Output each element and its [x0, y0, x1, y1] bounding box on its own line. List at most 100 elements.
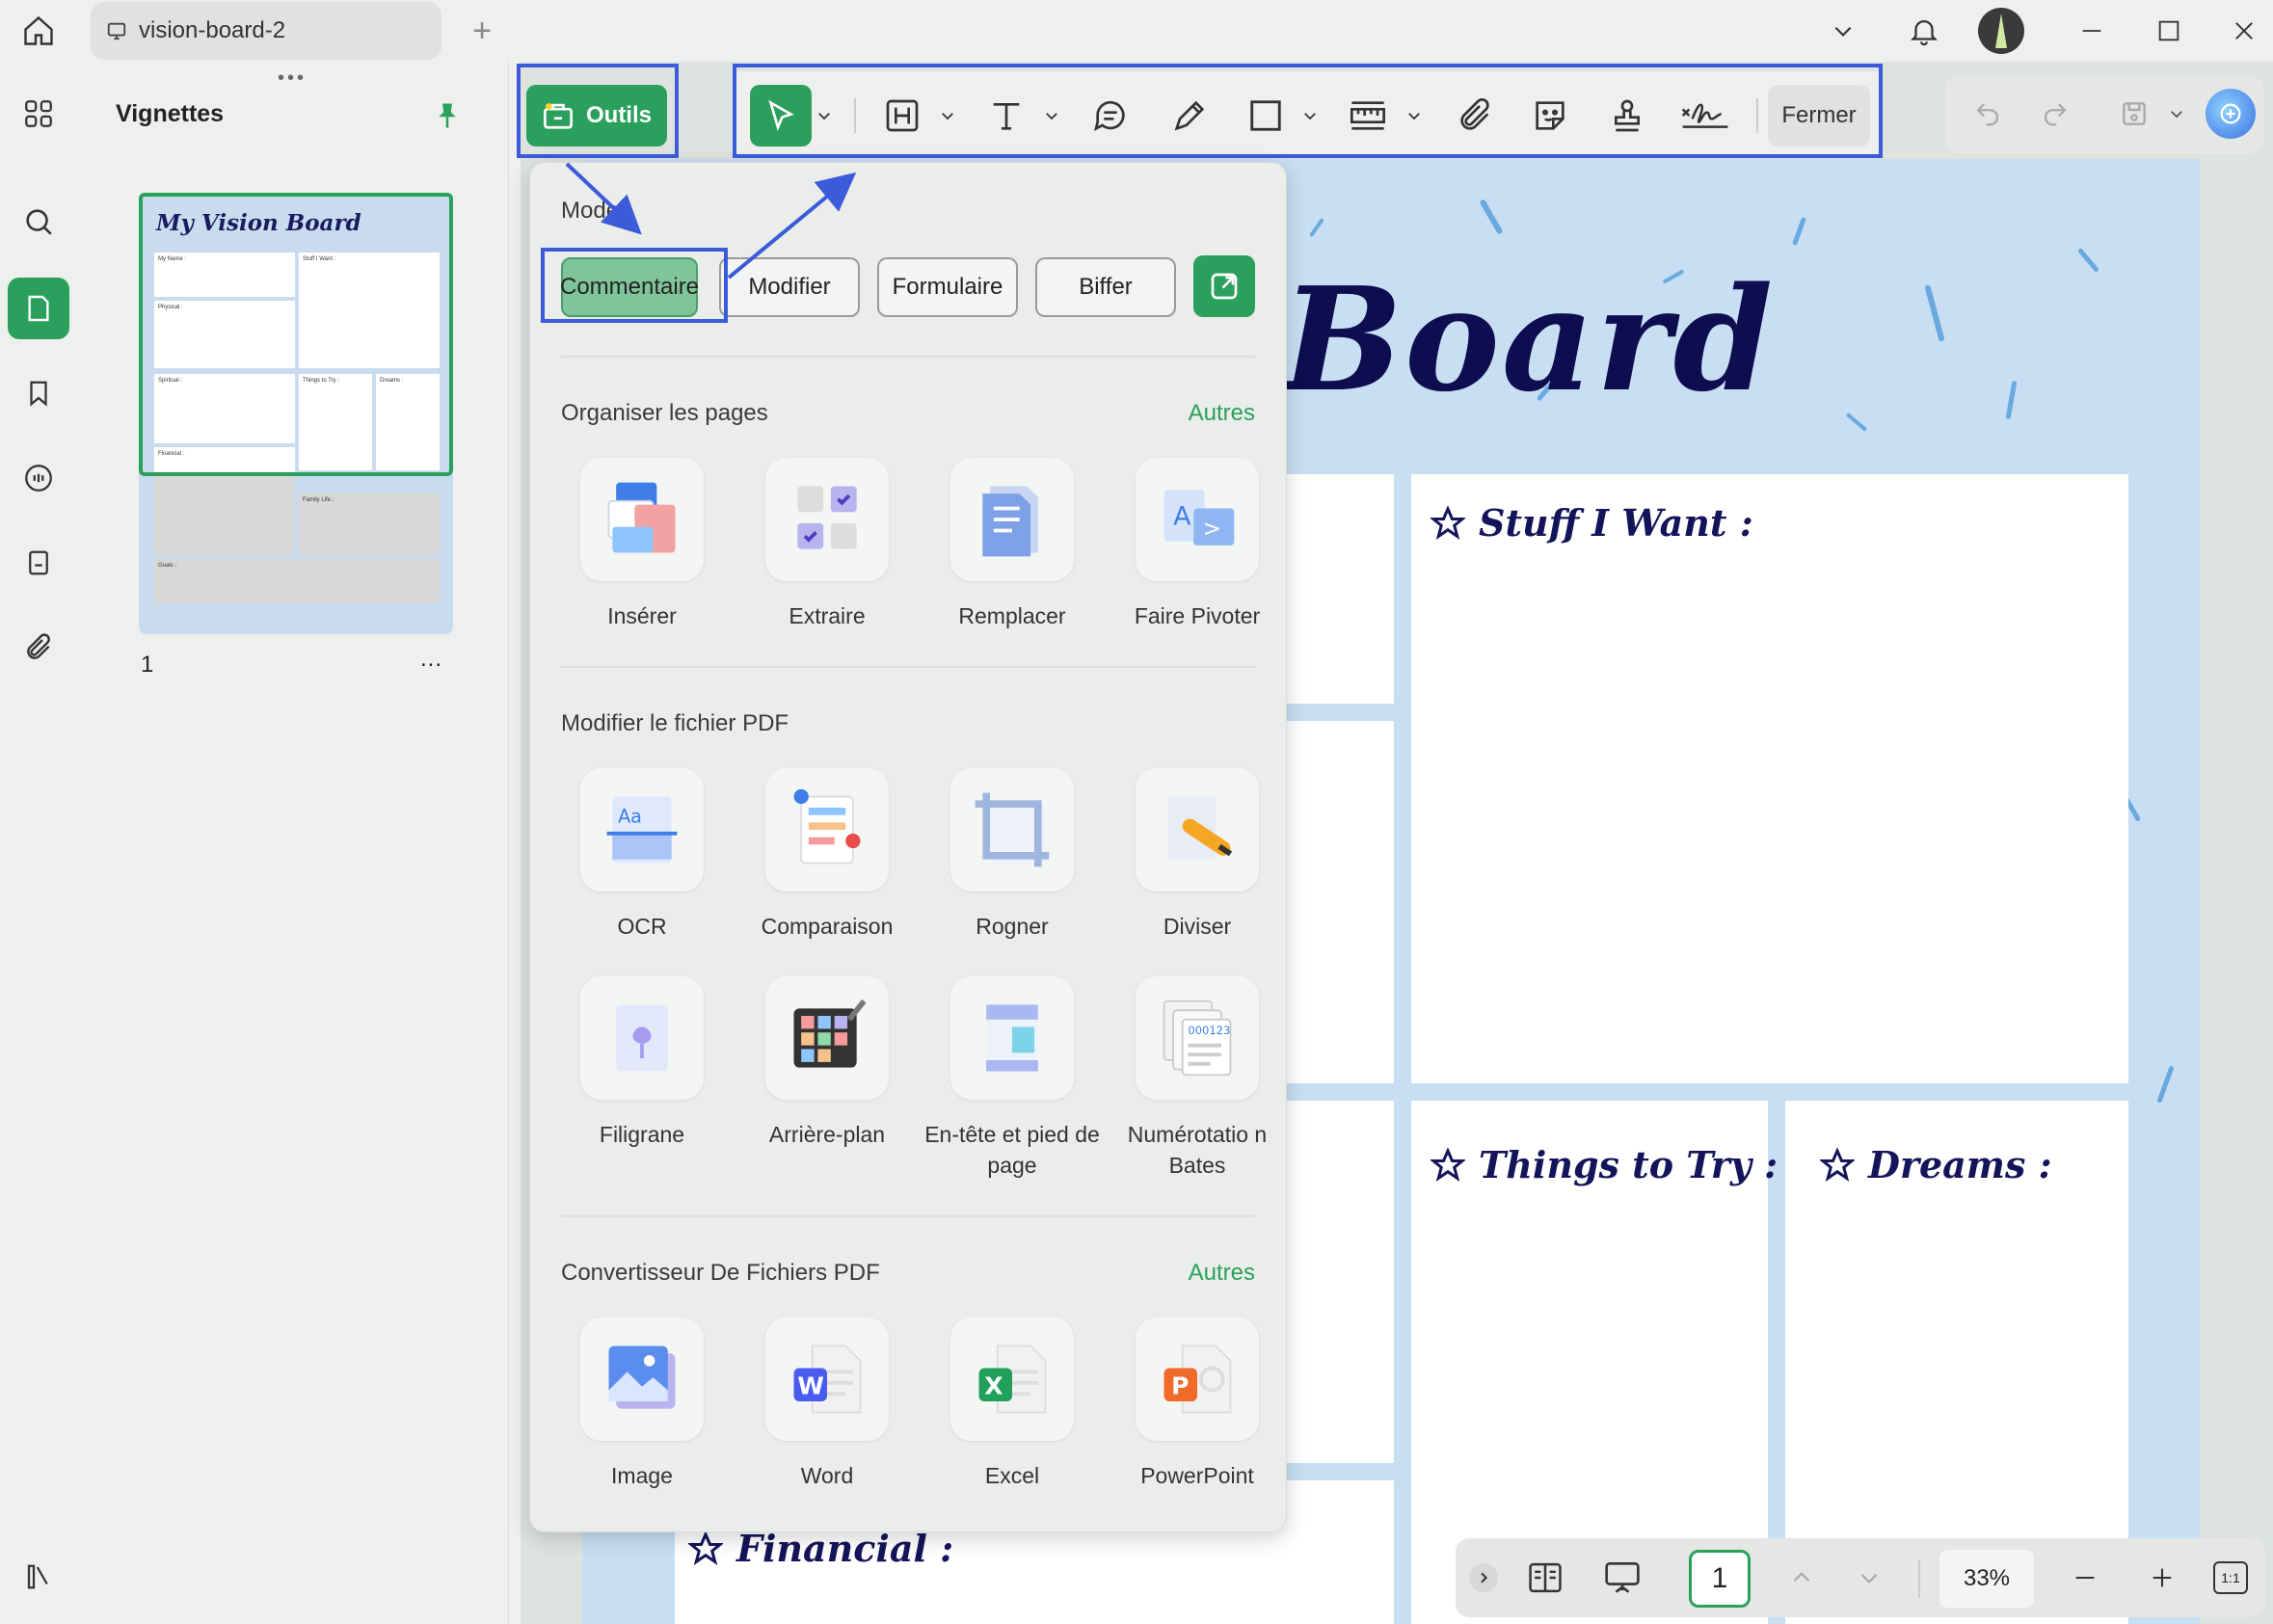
organize-more-link[interactable]: Autres: [1189, 400, 1255, 427]
new-tab-button[interactable]: +: [463, 12, 501, 50]
zoom-in-icon[interactable]: [2140, 1556, 2184, 1600]
page-layout-icon[interactable]: [1523, 1556, 1567, 1600]
svg-text:000123: 000123: [1188, 1024, 1230, 1037]
left-rail: [0, 62, 77, 1624]
heading-financial: Financial :: [688, 1527, 953, 1570]
star-icon: [688, 1531, 723, 1566]
title-bar: vision-board-2 +: [0, 0, 2273, 62]
convert-more-link[interactable]: Autres: [1189, 1260, 1255, 1287]
pin-icon[interactable]: [428, 96, 467, 135]
chevron-down-icon[interactable]: [1822, 12, 1864, 50]
bates-numbering-icon: 000123: [1136, 976, 1259, 1100]
svg-text:Aa: Aa: [618, 805, 642, 827]
zoom-level[interactable]: 33%: [1939, 1550, 2034, 1608]
thumbnail-page-number: 1: [141, 652, 154, 678]
convert-image[interactable]: Image: [549, 1318, 735, 1491]
svg-text:W: W: [797, 1371, 823, 1399]
thumbnails-title: Vignettes: [116, 100, 225, 127]
document-title: Board: [1282, 255, 1776, 423]
ai-assistant-icon[interactable]: [2206, 89, 2256, 139]
tool-insert[interactable]: Insérer: [549, 458, 735, 631]
tool-background[interactable]: Arrière-plan: [735, 976, 920, 1150]
tool-split[interactable]: Diviser: [1105, 768, 1290, 942]
save-icon[interactable]: [2113, 93, 2155, 135]
thumb-cell: [154, 476, 295, 555]
annotation-highlight-tools: [517, 64, 679, 158]
bar-divider: [1918, 1559, 1920, 1598]
thumbnail-more-icon[interactable]: ...: [420, 646, 442, 673]
home-icon[interactable]: [17, 12, 60, 50]
convert-excel[interactable]: X Excel: [920, 1318, 1105, 1491]
bookmark-icon[interactable]: [8, 362, 69, 424]
expand-chevron-icon[interactable]: [1469, 1563, 1498, 1592]
minimize-icon[interactable]: [2071, 12, 2113, 50]
previous-page-icon[interactable]: [1779, 1556, 1824, 1600]
thumbnails-icon[interactable]: [8, 278, 69, 339]
tool-watermark[interactable]: Filigrane: [549, 976, 735, 1150]
ocr-icon: Aa: [580, 768, 704, 892]
zoom-out-icon[interactable]: [2063, 1556, 2107, 1600]
redo-icon[interactable]: [2034, 93, 2076, 135]
open-external-icon[interactable]: [1193, 255, 1255, 317]
grid-icon[interactable]: [8, 83, 69, 145]
search-icon[interactable]: [8, 191, 69, 253]
close-window-icon[interactable]: [2223, 12, 2265, 50]
tool-extract[interactable]: Extraire: [735, 458, 920, 631]
page-number-input[interactable]: 1: [1689, 1550, 1751, 1608]
tool-bates-numbering[interactable]: 000123 Numérotatio n Bates: [1105, 976, 1290, 1181]
crop-icon: [950, 768, 1074, 892]
tool-compare[interactable]: Comparaison: [735, 768, 920, 942]
svg-text:X: X: [984, 1371, 1003, 1399]
undo-icon[interactable]: [1966, 93, 2009, 135]
tab-doc-icon: [106, 20, 127, 41]
compare-icon: [765, 768, 889, 892]
maximize-icon[interactable]: [2148, 12, 2190, 50]
panel-grip-icon[interactable]: •••: [278, 67, 307, 90]
image-file-icon: [580, 1318, 704, 1441]
tool-crop[interactable]: Rogner: [920, 768, 1105, 942]
document-cell: [1282, 474, 1394, 704]
mode-biffer-button[interactable]: Biffer: [1035, 257, 1176, 317]
form-icon[interactable]: [8, 532, 69, 594]
actual-size-button[interactable]: 1:1: [2213, 1561, 2248, 1594]
replace-pages-icon: [950, 458, 1074, 581]
document-cell: [1282, 1101, 1394, 1463]
avatar[interactable]: [1978, 8, 2024, 54]
present-icon[interactable]: [1600, 1556, 1645, 1600]
sidebar-toggle-icon[interactable]: [8, 1546, 69, 1608]
heading-stuff-i-want: Stuff I Want :: [1431, 501, 1753, 545]
popup-divider: [561, 1215, 1255, 1217]
modify-title: Modifier le fichier PDF: [561, 710, 789, 736]
word-file-icon: W: [765, 1318, 889, 1441]
svg-text:>: >: [1203, 517, 1221, 542]
powerpoint-file-icon: P: [1136, 1318, 1259, 1441]
star-icon: [1431, 505, 1465, 541]
popup-divider: [561, 666, 1255, 668]
insert-pages-icon: [580, 458, 704, 581]
convert-title: Convertisseur De Fichiers PDF: [561, 1260, 880, 1286]
thumbnails-panel: ••• Vignettes My Vision Board My Name : …: [85, 62, 509, 1624]
comment-icon[interactable]: [8, 447, 69, 509]
save-chevron-icon[interactable]: [2163, 100, 2190, 127]
tool-rotate[interactable]: A > Faire Pivoter: [1105, 458, 1290, 631]
attachment-icon[interactable]: [8, 617, 69, 679]
extract-pages-icon: [765, 458, 889, 581]
tool-replace[interactable]: Remplacer: [920, 458, 1105, 631]
convert-powerpoint[interactable]: P PowerPoint: [1105, 1318, 1290, 1491]
thumb-cell: Family Life :: [299, 493, 440, 555]
split-icon: [1136, 768, 1259, 892]
tab-title: vision-board-2: [139, 17, 286, 43]
tools-popup: Mode Commentaire Modifier Formulaire Bif…: [529, 162, 1287, 1532]
watermark-icon: [580, 976, 704, 1100]
bell-icon[interactable]: [1903, 10, 1945, 52]
next-page-icon[interactable]: [1847, 1556, 1891, 1600]
popup-divider: [561, 356, 1255, 358]
header-footer-icon: [950, 976, 1074, 1100]
convert-word[interactable]: W Word: [735, 1318, 920, 1491]
mode-formulaire-button[interactable]: Formulaire: [877, 257, 1018, 317]
thumb-cell: Goals :: [154, 559, 440, 603]
tool-ocr[interactable]: Aa OCR: [549, 768, 735, 942]
tool-header-footer[interactable]: En-tête et pied de page: [920, 976, 1105, 1181]
document-tab[interactable]: vision-board-2: [91, 2, 441, 60]
svg-text:P: P: [1171, 1371, 1189, 1399]
